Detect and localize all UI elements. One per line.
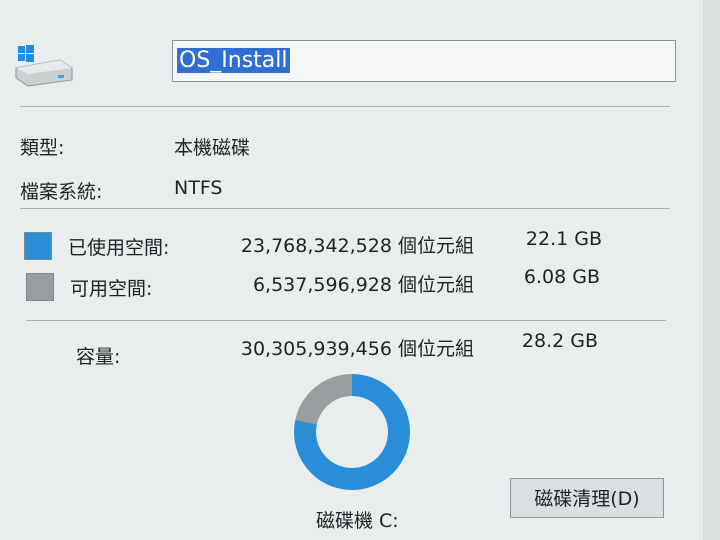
free-space-size: 6.08 GB [523,266,600,288]
drive-name-text: OS_Install [177,48,290,73]
free-space-bytes: 6,537,596,928 個位元組 [252,274,474,296]
window-edge [703,0,720,540]
drive-properties-panel: OS_Install 類型: 本機磁碟 檔案系統: NTFS 已使用空間: 23… [0,0,720,540]
used-space-swatch [24,232,52,260]
drive-letter-label: 磁碟機 C: [316,510,399,532]
free-space-label: 可用空間: [70,278,153,300]
windows-drive-icon [15,45,73,87]
usage-donut-chart [294,374,410,490]
disk-cleanup-button[interactable]: 磁碟清理(D) [510,478,664,518]
free-space-slice [295,374,352,425]
drive-name-input[interactable]: OS_Install [172,40,676,82]
file-system-label: 檔案系統: [20,181,103,203]
used-space-label: 已使用空間: [68,237,170,259]
capacity-bytes: 30,305,939,456 個位元組 [240,338,474,360]
capacity-label: 容量: [76,346,121,368]
free-space-swatch [26,273,54,301]
type-label: 類型: [20,137,65,159]
type-value: 本機磁碟 [174,137,251,159]
file-system-value: NTFS [174,177,223,199]
divider [20,208,670,209]
capacity-size: 28.2 GB [521,330,598,352]
used-space-bytes: 23,768,342,528 個位元組 [240,235,474,257]
used-space-size: 22.1 GB [525,228,602,250]
divider [26,320,666,321]
divider [20,106,670,107]
